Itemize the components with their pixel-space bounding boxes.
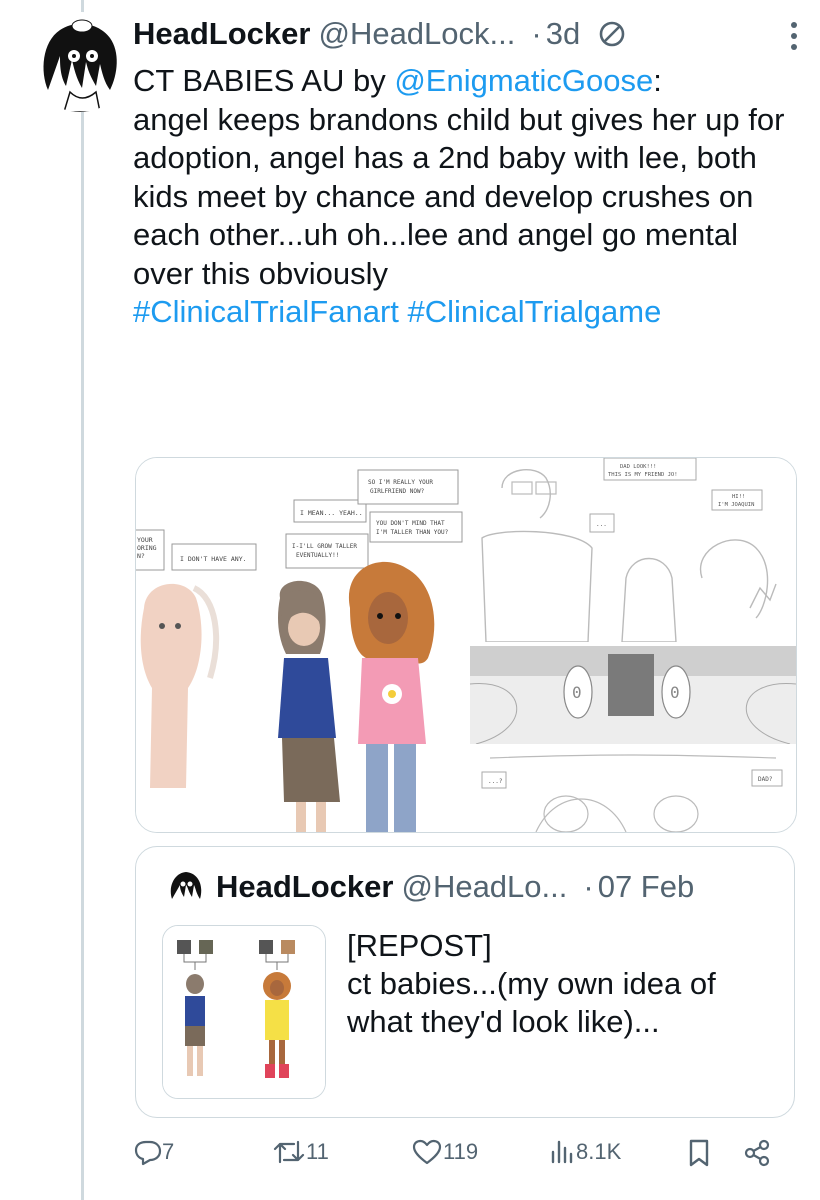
quoted-tweet-header: HeadLocker @HeadLo... · 07 Feb bbox=[166, 867, 694, 907]
action-bar: 7 11 119 8.1K bbox=[0, 1138, 820, 1182]
comic-image-1[interactable]: YOUR ORING N? I DON'T HAVE ANY. I MEAN... … bbox=[136, 458, 463, 832]
muted-icon bbox=[596, 18, 628, 50]
mention-link[interactable]: @EnigmaticGoose bbox=[394, 63, 653, 98]
repost-button[interactable]: 11 bbox=[272, 1138, 329, 1166]
views-button[interactable]: 8.1K bbox=[548, 1138, 621, 1166]
like-button[interactable]: 119 bbox=[411, 1138, 478, 1166]
like-count: 119 bbox=[443, 1139, 479, 1164]
tweet: HeadLocker @HeadLock... · 3d CT BABIES A… bbox=[133, 8, 803, 332]
author-handle[interactable]: @HeadLock... bbox=[318, 16, 515, 52]
quoted-tweet-time: 07 Feb bbox=[597, 869, 695, 904]
tweet-header: HeadLocker @HeadLock... · 3d bbox=[133, 8, 803, 60]
heart-icon bbox=[411, 1138, 443, 1166]
svg-text:0: 0 bbox=[670, 683, 680, 702]
views-icon bbox=[548, 1138, 576, 1166]
hashtag-link-2[interactable]: #ClinicalTrialgame bbox=[408, 294, 662, 329]
tweet-text: CT BABIES AU by @EnigmaticGoose: angel k… bbox=[133, 62, 803, 332]
separator-dot: · bbox=[531, 16, 542, 51]
tweet-time[interactable]: 3d bbox=[546, 16, 580, 52]
share-icon bbox=[742, 1138, 772, 1168]
author-name[interactable]: HeadLocker bbox=[133, 16, 310, 52]
quoted-author-avatar bbox=[166, 867, 206, 907]
bookmark-icon bbox=[686, 1138, 712, 1168]
quoted-tweet-thumbnail[interactable] bbox=[162, 925, 326, 1099]
author-avatar[interactable] bbox=[30, 12, 130, 112]
views-count: 8.1K bbox=[576, 1139, 622, 1164]
reply-button[interactable]: 7 bbox=[134, 1138, 174, 1166]
repost-count: 11 bbox=[306, 1139, 329, 1164]
comic-bubble-10: ...? bbox=[488, 778, 503, 785]
comic-bubble-2: I DON'T HAVE ANY. bbox=[180, 555, 247, 563]
quoted-author-name: HeadLocker bbox=[216, 869, 394, 904]
share-button[interactable] bbox=[742, 1138, 772, 1168]
thread-line bbox=[81, 0, 84, 1200]
quoted-tweet[interactable]: HeadLocker @HeadLo... · 07 Feb [REPOST] … bbox=[135, 846, 795, 1118]
quoted-separator-dot: · bbox=[583, 869, 594, 904]
media-grid: YOUR ORING N? I DON'T HAVE ANY. I MEAN... … bbox=[135, 457, 797, 833]
quoted-author-handle: @HeadLo... bbox=[401, 869, 568, 904]
reply-icon bbox=[134, 1138, 162, 1166]
comic-image-4[interactable]: ...? DAD? bbox=[470, 748, 796, 832]
bubble-1-line-1: YOUR bbox=[137, 536, 153, 544]
reply-count: 7 bbox=[162, 1139, 175, 1164]
comic-image-3[interactable]: 0 0 bbox=[469, 646, 796, 745]
repost-icon bbox=[272, 1138, 306, 1166]
comic-bubble-3: I MEAN... YEAH.. bbox=[300, 509, 363, 517]
comic-image-2[interactable]: DAD LOOK!!! THIS IS MY FRIEND JO! HI!! I'M… bbox=[470, 458, 796, 643]
bookmark-button[interactable] bbox=[686, 1138, 712, 1168]
more-options-icon[interactable] bbox=[791, 22, 799, 50]
quoted-tweet-text: [REPOST] ct babies...(my own idea of wha… bbox=[347, 928, 716, 1039]
tweet-text-prefix: CT BABIES AU by bbox=[133, 63, 395, 98]
hashtag-link-1[interactable]: #ClinicalTrialFanart bbox=[133, 294, 399, 329]
comic-bubble-11: DAD? bbox=[758, 776, 773, 783]
svg-text:0: 0 bbox=[572, 683, 582, 702]
comic-bubble-9: ... bbox=[596, 521, 607, 528]
